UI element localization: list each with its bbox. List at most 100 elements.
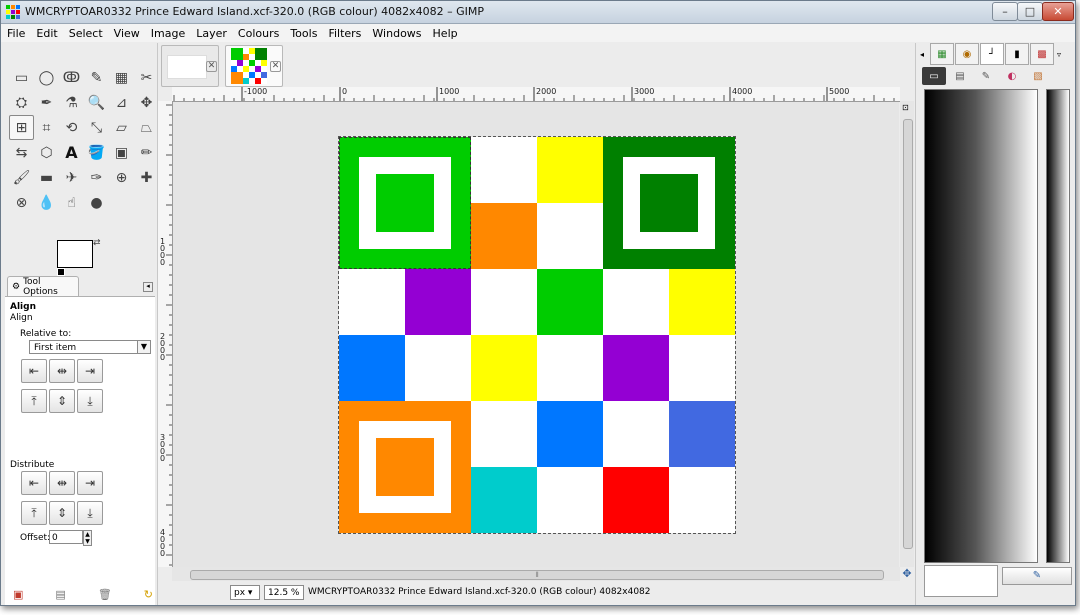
distribute-bottom-button[interactable]: ⤓ bbox=[77, 501, 103, 525]
tab-palettes[interactable]: ▩ bbox=[1030, 43, 1054, 65]
align-right-edge-button[interactable]: ⇥ bbox=[77, 359, 103, 383]
restore-options-icon[interactable]: ▤ bbox=[55, 588, 65, 601]
heal-icon[interactable]: ✚ bbox=[134, 165, 159, 190]
distribute-top-button[interactable]: ⤒ bbox=[21, 501, 47, 525]
offset-input[interactable]: 0 bbox=[49, 530, 83, 544]
ellipse-select-icon[interactable]: ◯ bbox=[34, 65, 59, 90]
close-icon[interactable]: ✕ bbox=[206, 61, 217, 72]
relative-to-select[interactable]: First item ▼ bbox=[29, 340, 151, 354]
smudge-icon[interactable]: ☝ bbox=[59, 190, 84, 215]
color-selector[interactable]: ⇄ bbox=[57, 238, 105, 276]
by-color-select-icon[interactable]: ▦ bbox=[109, 65, 134, 90]
menu-tools[interactable]: Tools bbox=[290, 27, 317, 40]
menu-select[interactable]: Select bbox=[69, 27, 103, 40]
eraser-icon[interactable]: ▬ bbox=[34, 165, 59, 190]
align-bottom-edge-button[interactable]: ⤓ bbox=[77, 389, 103, 413]
align-left-edge-button[interactable]: ⇤ bbox=[21, 359, 47, 383]
horizontal-scrollbar[interactable]: ⦀ bbox=[172, 567, 900, 581]
pencil-icon[interactable]: ✏ bbox=[134, 140, 159, 165]
menu-file[interactable]: File bbox=[7, 27, 25, 40]
color-picker-icon[interactable]: ⚗ bbox=[59, 90, 84, 115]
swap-colors-icon[interactable]: ⇄ bbox=[93, 238, 101, 248]
default-colors-icon[interactable] bbox=[57, 268, 65, 276]
minimize-button[interactable]: – bbox=[992, 2, 1018, 21]
title-bar[interactable]: WMCRYPTOAR0332 Prince Edward Island.xcf-… bbox=[1, 1, 1075, 24]
align-middle-vertical-button[interactable]: ⇕ bbox=[49, 389, 75, 413]
paths-icon[interactable]: ✒ bbox=[34, 90, 59, 115]
reset-options-icon[interactable]: ↻ bbox=[144, 588, 153, 601]
cage-icon[interactable]: ⬡ bbox=[34, 140, 59, 165]
foreground-select-icon[interactable]: ⛭ bbox=[9, 90, 34, 115]
zoom-fit-icon[interactable]: ⊡ bbox=[902, 103, 909, 112]
delete-options-icon[interactable]: 🗑 bbox=[98, 588, 112, 601]
crop-icon[interactable]: ⌗ bbox=[34, 115, 59, 140]
tab-layers[interactable]: ▭ bbox=[922, 67, 946, 85]
tab-menu-icon[interactable]: ◂ bbox=[143, 282, 153, 292]
blend-icon[interactable]: ▣ bbox=[109, 140, 134, 165]
dock-bottom-preview[interactable] bbox=[924, 565, 998, 597]
scale-icon[interactable]: ⤡ bbox=[84, 115, 109, 140]
tab-brushes[interactable]: ◉ bbox=[955, 43, 979, 65]
gradient-preview[interactable] bbox=[924, 89, 1038, 563]
dock-menu-icon[interactable]: ▿ bbox=[1057, 50, 1067, 59]
move-icon[interactable]: ✥ bbox=[134, 90, 159, 115]
tab-palette[interactable]: ▧ bbox=[1026, 67, 1050, 85]
image-viewport[interactable] bbox=[173, 102, 899, 567]
bucket-fill-icon[interactable]: 🪣 bbox=[84, 140, 109, 165]
free-select-icon[interactable]: ↂ bbox=[59, 65, 84, 90]
perspective-icon[interactable]: ⏢ bbox=[134, 115, 159, 140]
distribute-right-button[interactable]: ⇥ bbox=[77, 471, 103, 495]
image-tab-untitled[interactable]: ✕ bbox=[161, 45, 219, 87]
foreground-color-swatch[interactable] bbox=[57, 240, 93, 268]
zoom-icon[interactable]: 🔍 bbox=[84, 90, 109, 115]
horizontal-scroll-thumb[interactable]: ⦀ bbox=[190, 570, 884, 580]
tab-paint[interactable]: ✎ bbox=[974, 67, 998, 85]
tab-paths[interactable]: ┘ bbox=[980, 43, 1004, 65]
shear-icon[interactable]: ▱ bbox=[109, 115, 134, 140]
rect-select-icon[interactable]: ▭ bbox=[9, 65, 34, 90]
horizontal-ruler[interactable]: -1000 0 1000 2000 3000 4000 5000 bbox=[172, 87, 900, 102]
text-icon[interactable]: A bbox=[59, 140, 84, 165]
tab-patterns[interactable]: ▦ bbox=[930, 43, 954, 65]
rotate-icon[interactable]: ⟲ bbox=[59, 115, 84, 140]
align-icon[interactable]: ⊞ bbox=[9, 115, 34, 140]
fuzzy-select-icon[interactable]: ✎ bbox=[84, 65, 109, 90]
menu-image[interactable]: Image bbox=[151, 27, 185, 40]
save-options-icon[interactable]: ▣ bbox=[13, 588, 23, 601]
menu-help[interactable]: Help bbox=[433, 27, 458, 40]
ruler-corner[interactable] bbox=[158, 87, 173, 102]
vertical-ruler[interactable]: 1000 2000 3000 4000 bbox=[158, 101, 173, 567]
image-canvas[interactable] bbox=[338, 136, 736, 534]
perspective-clone-icon[interactable]: ⊗ bbox=[9, 190, 34, 215]
measure-icon[interactable]: ⊿ bbox=[109, 90, 134, 115]
tab-colors[interactable]: ◐ bbox=[1000, 67, 1024, 85]
menu-filters[interactable]: Filters bbox=[328, 27, 361, 40]
tab-tool-options[interactable]: ⚙ Tool Options bbox=[7, 276, 79, 297]
dodge-burn-icon[interactable]: ● bbox=[84, 190, 109, 215]
unit-select[interactable]: px ▾ bbox=[230, 585, 260, 600]
tab-gradients[interactable]: ▮ bbox=[1005, 43, 1029, 65]
align-center-horizontal-button[interactable]: ⇹ bbox=[49, 359, 75, 383]
vertical-scroll-thumb[interactable] bbox=[903, 119, 913, 549]
menu-windows[interactable]: Windows bbox=[372, 27, 421, 40]
menu-edit[interactable]: Edit bbox=[36, 27, 57, 40]
tab-menu-icon[interactable]: ◂ bbox=[920, 50, 928, 59]
edit-button[interactable]: ✎ bbox=[1002, 567, 1072, 585]
navigate-icon[interactable]: ✥ bbox=[900, 567, 914, 581]
vertical-scrollbar[interactable]: ⊡ bbox=[900, 101, 914, 567]
image-tab-active[interactable]: ✕ bbox=[225, 45, 283, 87]
menu-layer[interactable]: Layer bbox=[196, 27, 227, 40]
airbrush-icon[interactable]: ✈ bbox=[59, 165, 84, 190]
maximize-button[interactable]: □ bbox=[1017, 2, 1043, 21]
distribute-left-button[interactable]: ⇤ bbox=[21, 471, 47, 495]
distribute-middle-button[interactable]: ⇕ bbox=[49, 501, 75, 525]
blur-icon[interactable]: 💧 bbox=[34, 190, 59, 215]
paintbrush-icon[interactable]: 🖌 bbox=[9, 165, 34, 190]
flip-icon[interactable]: ⇆ bbox=[9, 140, 34, 165]
close-icon[interactable]: ✕ bbox=[270, 61, 281, 72]
ink-icon[interactable]: ✑ bbox=[84, 165, 109, 190]
align-top-edge-button[interactable]: ⤒ bbox=[21, 389, 47, 413]
tab-channels[interactable]: ▤ bbox=[948, 67, 972, 85]
clone-icon[interactable]: ⊕ bbox=[109, 165, 134, 190]
zoom-select[interactable]: 12.5 % ▾ bbox=[264, 585, 304, 605]
